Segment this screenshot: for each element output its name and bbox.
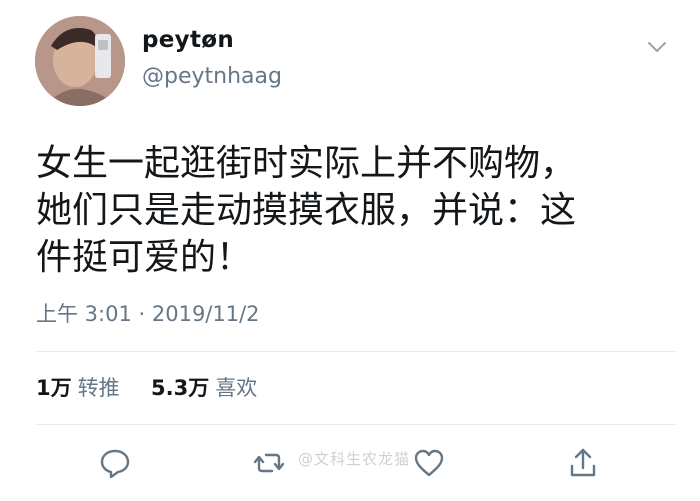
reply-button[interactable] [98, 446, 132, 480]
watermark-text: @文科生农龙猫 [298, 450, 411, 468]
likes-label: 喜欢 [215, 376, 258, 400]
chevron-down-icon[interactable] [646, 38, 668, 56]
tweet-card: peytøn @peytnhaag 女生一起逛街时实际上并不购物， 她们只是走动… [0, 0, 700, 501]
share-button[interactable] [566, 446, 600, 480]
likes-count: 5.3万 [151, 376, 210, 400]
retweet-icon [253, 453, 285, 473]
tweet-stats: 1万 转推 5.3万 喜欢 [36, 372, 257, 402]
likes-stat[interactable]: 5.3万 喜欢 [151, 376, 257, 400]
like-button[interactable] [412, 446, 446, 480]
reply-icon [100, 449, 130, 479]
avatar-photo-icon [35, 16, 125, 106]
user-handle[interactable]: @peytnhaag [142, 64, 282, 89]
retweets-stat[interactable]: 1万 转推 [36, 376, 126, 400]
retweets-count: 1万 [36, 376, 72, 400]
user-avatar[interactable] [35, 16, 125, 106]
tweet-text: 女生一起逛街时实际上并不购物， 她们只是走动摸摸衣服，并说：这 件挺可爱的！ [36, 143, 577, 278]
heart-icon [414, 449, 444, 477]
share-icon [570, 448, 596, 477]
tweet-timestamp[interactable]: 上午 3:01 · 2019/11/2 [36, 298, 260, 328]
divider-bottom [36, 424, 676, 425]
display-name[interactable]: peytøn [142, 27, 234, 53]
divider-top [36, 351, 676, 352]
retweets-label: 转推 [77, 376, 120, 400]
retweet-button[interactable] [252, 446, 286, 480]
